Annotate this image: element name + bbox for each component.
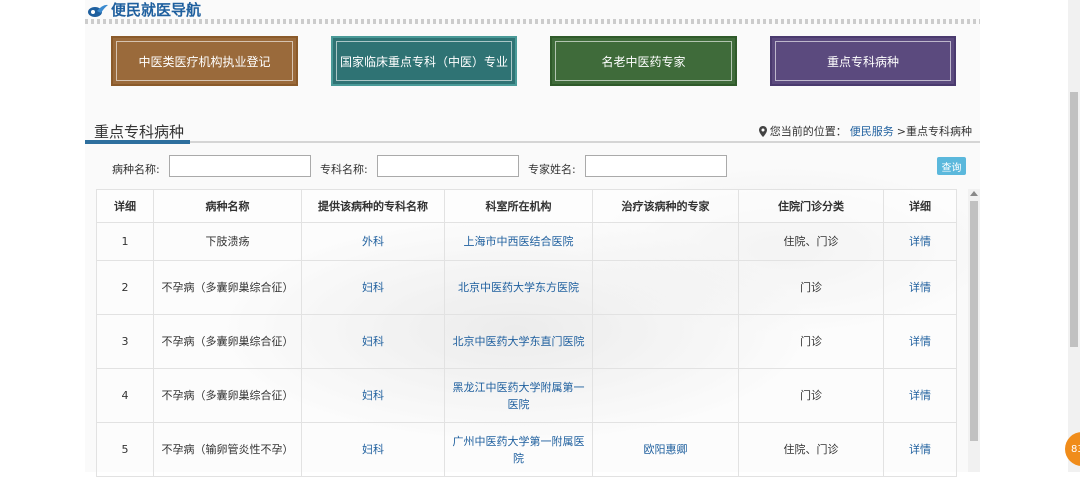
row-number: 1 — [96, 222, 154, 261]
specialty-link[interactable]: 妇科 — [301, 368, 445, 423]
visit-category: 门诊 — [738, 314, 884, 369]
detail-link[interactable]: 详情 — [883, 314, 957, 369]
category-button-national-specialty[interactable]: 国家临床重点专科（中医）专业 — [331, 36, 517, 86]
expert-link[interactable] — [592, 314, 739, 369]
visit-category: 门诊 — [738, 368, 884, 423]
disease-name: 不孕病（多囊卵巢综合征） — [153, 260, 302, 315]
column-header: 治疗该病种的专家 — [592, 189, 739, 223]
disease-name: 不孕病（输卵管炎性不孕） — [153, 422, 302, 477]
category-label: 重点专科病种 — [826, 54, 899, 69]
category-button-key-diseases[interactable]: 重点专科病种 — [770, 36, 956, 86]
breadcrumb-current: >重点专科病种 — [896, 125, 972, 138]
institution-link[interactable]: 上海市中西医结合医院 — [444, 222, 593, 261]
expert-input[interactable] — [585, 155, 727, 177]
specialty-input[interactable] — [377, 155, 519, 177]
specialty-label: 专科名称: — [320, 163, 368, 176]
specialty-link[interactable]: 妇科 — [301, 260, 445, 315]
visit-category: 住院、门诊 — [738, 422, 884, 477]
disease-label: 病种名称: — [112, 163, 160, 176]
specialty-link[interactable]: 外科 — [301, 222, 445, 261]
location-pin-icon — [758, 125, 767, 137]
category-button-famous-experts[interactable]: 名老中医药专家 — [550, 36, 737, 86]
expert-link[interactable]: 欧阳惠卿 — [592, 422, 739, 477]
expert-link[interactable] — [592, 222, 739, 261]
column-header: 详细 — [96, 189, 154, 223]
institution-link[interactable]: 北京中医药大学东直门医院 — [444, 314, 593, 369]
category-label: 国家临床重点专科（中医）专业 — [339, 54, 508, 69]
breadcrumb: 您当前的位置： 便民服务 >重点专科病种 — [758, 123, 972, 139]
specialty-link[interactable]: 妇科 — [301, 314, 445, 369]
table-header-row: 详细 病种名称 提供该病种的专科名称 科室所在机构 治疗该病种的专家 住院门诊分… — [96, 189, 957, 223]
expert-label: 专家姓名: — [528, 163, 576, 176]
scroll-up-icon[interactable] — [970, 191, 978, 196]
nav-header: 便民就医导航 — [85, 0, 980, 26]
row-number: 3 — [96, 314, 154, 369]
scrollbar-thumb[interactable] — [1070, 92, 1078, 347]
institution-link[interactable]: 广州中医药大学第一附属医院 — [444, 422, 593, 477]
disease-table: 详细 病种名称 提供该病种的专科名称 科室所在机构 治疗该病种的专家 住院门诊分… — [96, 189, 957, 477]
logo-icon — [88, 4, 108, 17]
table-row: 3 不孕病（多囊卵巢综合征） 妇科 北京中医药大学东直门医院 门诊 详情 — [96, 314, 957, 369]
section-divider — [85, 141, 980, 143]
detail-link[interactable]: 详情 — [883, 422, 957, 477]
table-row: 2 不孕病（多囊卵巢综合征） 妇科 北京中医药大学东方医院 门诊 详情 — [96, 260, 957, 315]
visit-category: 门诊 — [738, 260, 884, 315]
detail-link[interactable]: 详情 — [883, 368, 957, 423]
institution-link[interactable]: 黑龙江中医药大学附属第一医院 — [444, 368, 593, 423]
disease-input[interactable] — [169, 155, 311, 177]
row-number: 5 — [96, 422, 154, 477]
specialty-link[interactable]: 妇科 — [301, 422, 445, 477]
column-header: 住院门诊分类 — [738, 189, 884, 223]
table-row: 1 下肢溃疡 外科 上海市中西医结合医院 住院、门诊 详情 — [96, 222, 957, 261]
column-header: 详细 — [883, 189, 957, 223]
column-header: 提供该病种的专科名称 — [301, 189, 445, 223]
expert-link[interactable] — [592, 260, 739, 315]
table-row: 4 不孕病（多囊卵巢综合征） 妇科 黑龙江中医药大学附属第一医院 门诊 详情 — [96, 368, 957, 423]
expert-link[interactable] — [592, 368, 739, 423]
category-label: 名老中医药专家 — [601, 54, 686, 69]
table-row: 5 不孕病（输卵管炎性不孕） 妇科 广州中医药大学第一附属医院 欧阳惠卿 住院、… — [96, 422, 957, 477]
row-number: 2 — [96, 260, 154, 315]
disease-name: 下肢溃疡 — [153, 222, 302, 261]
category-button-registration[interactable]: 中医类医疗机构执业登记 — [111, 36, 298, 86]
nav-title: 便民就医导航 — [111, 1, 202, 19]
section-title: 重点专科病种 — [94, 123, 185, 141]
disease-name: 不孕病（多囊卵巢综合征） — [153, 368, 302, 423]
table-scrollbar[interactable] — [968, 189, 980, 472]
decorative-border — [85, 19, 980, 24]
breadcrumb-prefix: 您当前的位置： — [769, 125, 847, 138]
scrollbar-thumb[interactable] — [970, 201, 978, 441]
column-header: 病种名称 — [153, 189, 302, 223]
detail-link[interactable]: 详情 — [883, 222, 957, 261]
disease-name: 不孕病（多囊卵巢综合征） — [153, 314, 302, 369]
page-scrollbar[interactable] — [1068, 0, 1080, 472]
breadcrumb-link[interactable]: 便民服务 — [850, 123, 894, 139]
row-number: 4 — [96, 368, 154, 423]
column-header: 科室所在机构 — [444, 189, 593, 223]
institution-link[interactable]: 北京中医药大学东方医院 — [444, 260, 593, 315]
section-divider-accent — [85, 140, 190, 144]
visit-category: 住院、门诊 — [738, 222, 884, 261]
search-button[interactable]: 查询 — [937, 157, 966, 175]
category-label: 中医类医疗机构执业登记 — [138, 54, 271, 69]
detail-link[interactable]: 详情 — [883, 260, 957, 315]
